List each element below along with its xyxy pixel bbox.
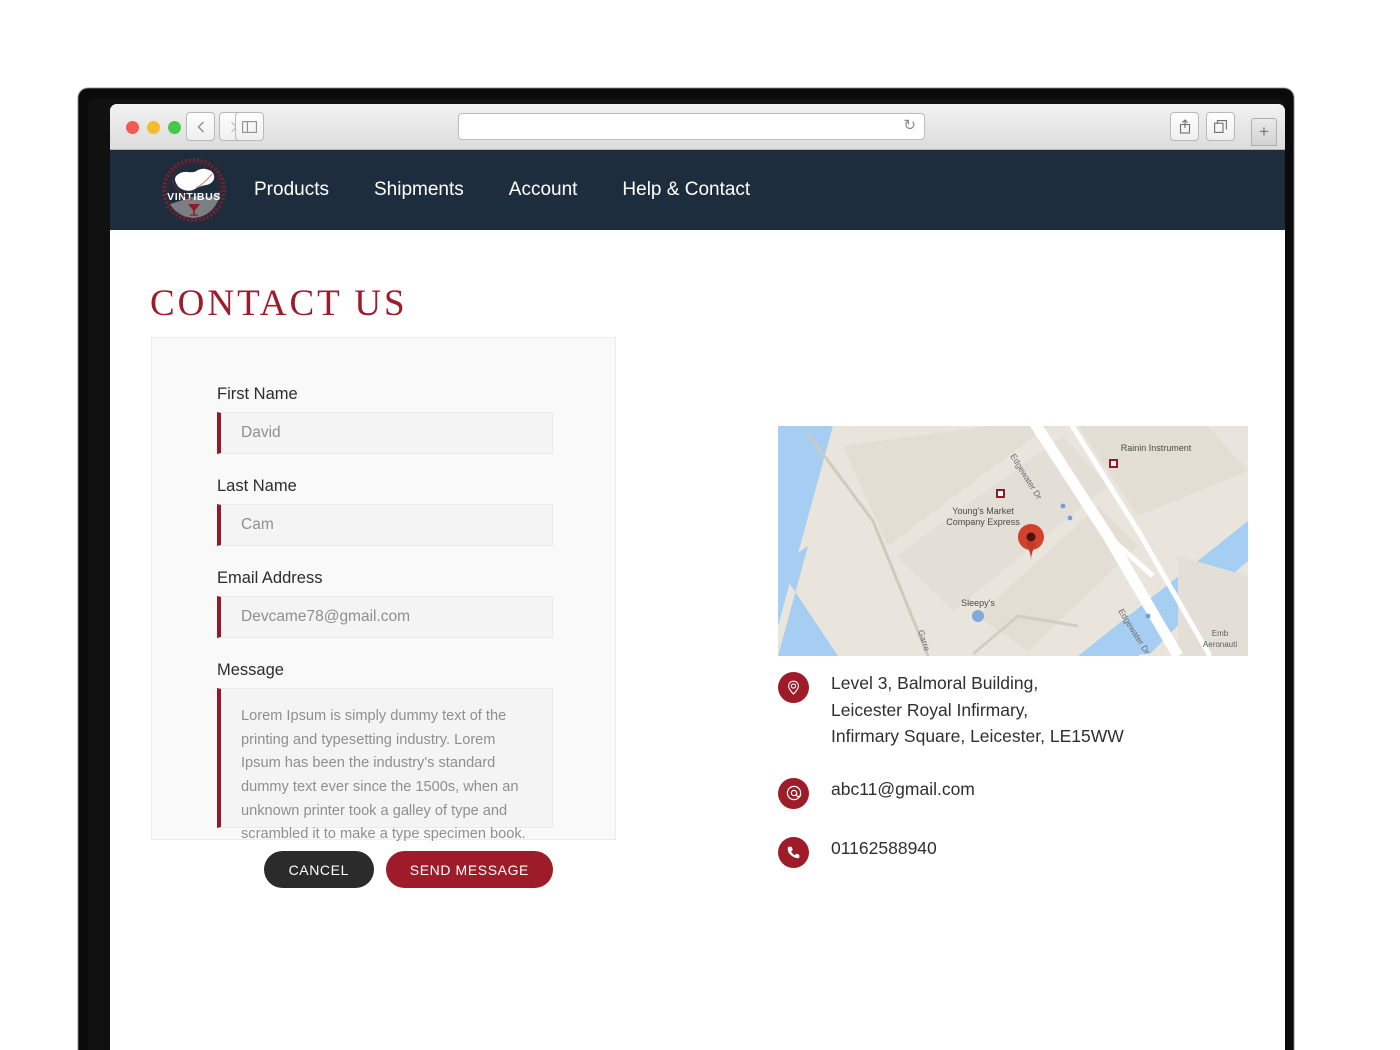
toolbar-right-buttons bbox=[1170, 112, 1235, 141]
message-value: Lorem Ipsum is simply dummy text of the … bbox=[241, 708, 526, 843]
contact-form-card: First Name David Last Name Cam Email Add… bbox=[151, 337, 616, 888]
map-label-youngs-2: Company Express bbox=[946, 517, 1020, 527]
maximize-window-button[interactable] bbox=[168, 121, 181, 134]
last-name-input[interactable]: Cam bbox=[217, 504, 553, 546]
form-actions: CANCEL SEND MESSAGE bbox=[217, 851, 553, 888]
share-button[interactable] bbox=[1170, 112, 1199, 141]
first-name-input[interactable]: David bbox=[217, 412, 553, 454]
back-button[interactable] bbox=[186, 112, 215, 141]
minimize-window-button[interactable] bbox=[147, 121, 160, 134]
map-label-rainin: Rainin Instrument bbox=[1121, 443, 1192, 453]
page-title: CONTACT US bbox=[150, 283, 408, 324]
first-name-value: David bbox=[241, 424, 281, 441]
at-sign-glyph bbox=[786, 786, 801, 801]
vintibus-logo-icon: VINTIBUS bbox=[162, 158, 226, 222]
map-label-embry-1: Emb bbox=[1212, 629, 1229, 638]
close-window-button[interactable] bbox=[126, 121, 139, 134]
share-icon bbox=[1179, 119, 1190, 134]
window-controls bbox=[126, 121, 181, 134]
address-text: Level 3, Balmoral Building, Leicester Ro… bbox=[831, 670, 1124, 750]
phone-icon bbox=[778, 836, 809, 868]
email-row: abc11@gmail.com bbox=[778, 776, 1248, 809]
message-label: Message bbox=[217, 661, 284, 679]
screenshot-stage: ↻ + VINTIBUS Products Shipments Account … bbox=[0, 0, 1400, 1050]
sidebar-icon bbox=[242, 120, 257, 133]
address-row: Level 3, Balmoral Building, Leicester Ro… bbox=[778, 670, 1248, 750]
sidebar-toggle-button[interactable] bbox=[235, 112, 264, 141]
map-label-embry-2: Aeronauti bbox=[1203, 640, 1237, 649]
nav-items: Products Shipments Account Help & Contac… bbox=[254, 179, 750, 201]
location-pin-icon bbox=[778, 672, 809, 703]
tabs-icon bbox=[1214, 120, 1227, 133]
show-tabs-button[interactable] bbox=[1206, 112, 1235, 141]
map-label-youngs-1: Young's Market bbox=[952, 506, 1014, 516]
address-line-2: Leicester Royal Infirmary, bbox=[831, 699, 1029, 720]
last-name-value: Cam bbox=[241, 516, 274, 533]
contact-details: Level 3, Balmoral Building, Leicester Ro… bbox=[778, 670, 1248, 894]
address-line-3: Infirmary Square, Leicester, LE15WW bbox=[831, 726, 1124, 747]
address-line-1: Level 3, Balmoral Building, bbox=[831, 673, 1039, 693]
phone-glyph bbox=[787, 846, 800, 859]
nav-item-help-contact[interactable]: Help & Contact bbox=[622, 179, 750, 201]
svg-text:VINTIBUS: VINTIBUS bbox=[167, 191, 221, 203]
send-message-button[interactable]: SEND MESSAGE bbox=[385, 851, 553, 888]
at-sign-icon bbox=[778, 777, 809, 809]
nav-item-shipments[interactable]: Shipments bbox=[374, 179, 464, 201]
cancel-button[interactable]: CANCEL bbox=[263, 851, 374, 888]
first-name-label: First Name bbox=[217, 385, 298, 403]
browser-toolbar: ↻ + bbox=[110, 104, 1285, 150]
page-content: CONTACT US First Name David Last Name Ca… bbox=[110, 230, 1285, 1050]
phone-row: 01162588940 bbox=[778, 835, 1248, 868]
email-input[interactable]: Devcame78@gmail.com bbox=[217, 596, 553, 638]
new-tab-button[interactable]: + bbox=[1251, 118, 1277, 146]
location-map[interactable]: Rainin Instrument Young's Market Company… bbox=[778, 426, 1248, 656]
map-label-sleepys: Sleepy's bbox=[961, 598, 995, 608]
map-graphic: Rainin Instrument Young's Market Company… bbox=[778, 426, 1248, 656]
location-pin-glyph bbox=[788, 680, 799, 695]
phone-text[interactable]: 01162588940 bbox=[831, 835, 937, 862]
browser-window: ↻ + VINTIBUS Products Shipments Account … bbox=[110, 104, 1285, 1050]
nav-item-products[interactable]: Products bbox=[254, 179, 329, 201]
chevron-left-icon bbox=[197, 121, 204, 132]
address-bar[interactable]: ↻ bbox=[458, 113, 925, 140]
message-textarea[interactable]: Lorem Ipsum is simply dummy text of the … bbox=[217, 688, 553, 842]
reload-icon[interactable]: ↻ bbox=[903, 118, 916, 133]
site-navbar: VINTIBUS Products Shipments Account Help… bbox=[110, 150, 1285, 230]
site-logo[interactable]: VINTIBUS bbox=[158, 154, 230, 226]
email-label: Email Address bbox=[217, 569, 323, 587]
last-name-label: Last Name bbox=[217, 477, 297, 495]
nav-item-account[interactable]: Account bbox=[509, 179, 578, 201]
email-text[interactable]: abc11@gmail.com bbox=[831, 776, 975, 803]
email-value: Devcame78@gmail.com bbox=[241, 608, 411, 625]
